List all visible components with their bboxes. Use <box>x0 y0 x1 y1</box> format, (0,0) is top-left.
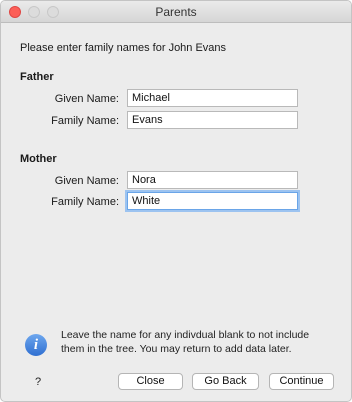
mother-given-name-input[interactable] <box>127 171 298 189</box>
title-bar: Parents <box>1 1 351 23</box>
parents-dialog: Parents Please enter family names for Jo… <box>0 0 352 402</box>
window-title: Parents <box>155 5 197 19</box>
mother-family-name-input[interactable] <box>127 192 298 210</box>
mother-family-name-label: Family Name: <box>51 196 119 208</box>
father-given-name-input[interactable] <box>127 89 298 107</box>
mother-given-name-label: Given Name: <box>54 175 119 187</box>
go-back-button[interactable]: Go Back <box>192 373 259 390</box>
intro-text: Please enter family names for John Evans <box>20 42 227 54</box>
help-button[interactable]: ? <box>30 374 46 390</box>
father-family-name-label: Family Name: <box>51 115 119 127</box>
father-given-name-label: Given Name: <box>54 93 119 105</box>
father-heading: Father <box>20 71 54 83</box>
info-icon: i <box>25 334 47 356</box>
dialog-content: Please enter family names for John Evans… <box>1 24 351 401</box>
close-button[interactable]: Close <box>118 373 183 390</box>
continue-button[interactable]: Continue <box>269 373 334 390</box>
mother-heading: Mother <box>20 153 57 165</box>
father-family-name-input[interactable] <box>127 111 298 129</box>
info-message: Leave the name for any indivdual blank t… <box>61 329 310 355</box>
